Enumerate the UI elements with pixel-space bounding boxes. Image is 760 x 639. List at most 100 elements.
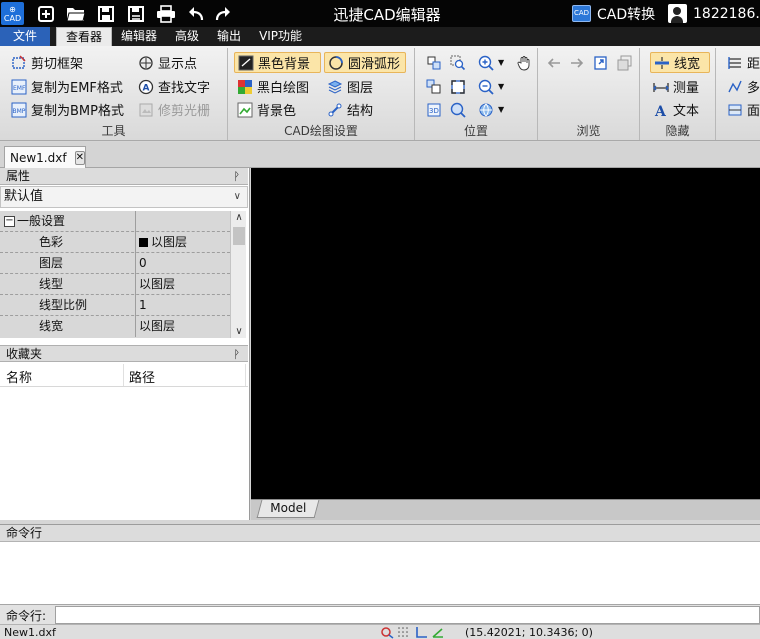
arrow-left-icon xyxy=(547,57,560,68)
distance-button[interactable]: 距 xyxy=(724,52,760,73)
property-category[interactable]: − 一般设置 xyxy=(0,211,230,232)
emf-icon: EMF xyxy=(11,79,27,94)
ribbon-group-label: 位置 xyxy=(463,124,488,138)
structure-button[interactable]: 结构 xyxy=(324,99,376,120)
grid-icon[interactable] xyxy=(397,626,411,639)
save-button[interactable] xyxy=(95,3,117,25)
tab-viewer[interactable]: 查看器 xyxy=(56,27,113,46)
status-file-name: New1.dxf xyxy=(4,626,56,639)
scrollbar-thumb[interactable] xyxy=(233,227,245,245)
zoom-in-icon xyxy=(478,55,494,71)
show-points-button[interactable]: 显示点 xyxy=(135,52,200,73)
layers-button[interactable]: 图层 xyxy=(324,76,376,97)
tab-editor[interactable]: 编辑器 xyxy=(112,27,166,46)
chevron-down-icon[interactable]: ∨ xyxy=(231,326,247,337)
favorites-title: 收藏夹 xyxy=(6,347,43,361)
rotate-3d-button[interactable]: 3D xyxy=(423,99,445,120)
multi-measure-button[interactable]: 多 xyxy=(724,76,760,97)
command-history-panel: 命令行 xyxy=(0,524,760,604)
browse-forward-button[interactable] xyxy=(566,52,588,73)
clip-frame-button[interactable]: 剪切框架 xyxy=(8,52,86,73)
svg-text:A: A xyxy=(654,104,667,118)
trim-raster-button[interactable]: 修剪光栅 xyxy=(135,99,213,120)
document-tab[interactable]: New1.dxf ✕ xyxy=(4,146,86,168)
column-name[interactable]: 名称 xyxy=(6,367,32,386)
smooth-arc-button[interactable]: 圆滑弧形 xyxy=(324,52,406,73)
command-input[interactable] xyxy=(55,606,760,624)
browse-back-button[interactable] xyxy=(543,52,565,73)
command-prompt-label: 命令行: xyxy=(6,609,47,623)
property-row-color[interactable]: 色彩 以图层 xyxy=(0,232,230,253)
black-background-button[interactable]: 黑色背景 xyxy=(234,52,321,73)
line-width-button[interactable]: 线宽 xyxy=(650,52,710,73)
browse-copy-button[interactable] xyxy=(614,52,636,73)
property-grid-scrollbar[interactable]: ∧ ∨ xyxy=(230,211,246,338)
ribbon: 剪切框架 EMF 复制为EMF格式 BMP 复制为BMP格式 显示点 A 查找文… xyxy=(0,46,760,141)
pin-icon[interactable]: ᚹ xyxy=(233,168,240,185)
globe-icon xyxy=(479,103,493,116)
close-icon[interactable]: ✕ xyxy=(74,150,85,165)
property-row-linetype-scale[interactable]: 线型比例 1 xyxy=(0,295,230,316)
tab-vip[interactable]: VIP功能 xyxy=(250,27,311,46)
previous-view-button[interactable] xyxy=(423,76,445,97)
svg-text:BMP: BMP xyxy=(13,108,26,115)
tab-output[interactable]: 输出 xyxy=(208,27,250,46)
save-as-button[interactable] xyxy=(125,3,147,25)
zoom-in-button[interactable]: ▼ xyxy=(475,52,507,73)
open-file-button[interactable] xyxy=(65,3,87,25)
collapse-icon[interactable]: − xyxy=(4,216,15,227)
column-path[interactable]: 路径 xyxy=(129,367,155,386)
polar-tracking-icon[interactable] xyxy=(431,626,445,639)
layers-icon xyxy=(327,79,343,94)
copy-emf-button[interactable]: EMF 复制为EMF格式 xyxy=(8,76,126,97)
ribbon-group-cad-settings: 黑色背景 圆滑弧形 黑白绘图 图层 背景色 结构 CAD绘图设置 xyxy=(228,48,415,140)
zoom-window-button[interactable] xyxy=(447,52,469,73)
browse-open-button[interactable] xyxy=(590,52,612,73)
ortho-icon[interactable] xyxy=(414,626,428,639)
property-row-layer[interactable]: 图层 0 xyxy=(0,253,230,274)
snap-icon[interactable] xyxy=(380,626,394,639)
previous-view-icon xyxy=(426,79,441,93)
new-file-button[interactable] xyxy=(35,3,57,25)
ribbon-group-measure-overflow: 距 多 面 xyxy=(716,48,760,140)
property-row-linetype[interactable]: 线型 以图层 xyxy=(0,274,230,295)
chevron-down-icon: ∨ xyxy=(233,191,241,202)
redo-button[interactable] xyxy=(212,3,234,25)
polyline-measure-icon xyxy=(728,80,742,92)
pan-extents-icon xyxy=(427,56,441,69)
area-button[interactable]: 面 xyxy=(724,99,760,120)
copy-bmp-button[interactable]: BMP 复制为BMP格式 xyxy=(8,99,127,120)
pin-icon[interactable]: ᚹ xyxy=(233,346,240,363)
color-swatch xyxy=(139,238,148,247)
undo-button[interactable] xyxy=(185,3,207,25)
structure-icon xyxy=(328,103,342,116)
tab-file[interactable]: 文件 xyxy=(0,27,50,46)
view-options-button[interactable]: ▼ xyxy=(475,99,507,120)
properties-selector[interactable]: 默认值 ∨ xyxy=(0,186,248,208)
zoom-out-button[interactable]: ▼ xyxy=(475,76,507,97)
black-white-drawing-button[interactable]: 黑白绘图 xyxy=(234,76,312,97)
find-text-button[interactable]: A 查找文字 xyxy=(135,76,213,97)
left-panel: 属性 ᚹ 默认值 ∨ − 一般设置 色彩 以图层 图层 0 线型 以图层 线型比… xyxy=(0,168,250,520)
measure-button[interactable]: 测量 xyxy=(650,76,702,97)
command-line: 命令行: xyxy=(0,604,760,624)
zoom-realtime-button[interactable] xyxy=(447,99,469,120)
fit-to-window-button[interactable] xyxy=(447,76,469,97)
pan-extents-button[interactable] xyxy=(423,52,445,73)
tab-advanced[interactable]: 高级 xyxy=(166,27,208,46)
user-account[interactable]: 1822186... xyxy=(668,3,760,24)
app-logo[interactable]: ⊕ CAD xyxy=(1,2,24,25)
cad-convert-button[interactable]: CAD CAD转换 xyxy=(572,3,655,24)
property-name: 线宽 xyxy=(0,316,136,337)
chevron-up-icon[interactable]: ∧ xyxy=(231,212,247,223)
property-value: 以图层 xyxy=(139,319,176,333)
property-row-line-width[interactable]: 线宽 以图层 xyxy=(0,316,230,337)
drawing-canvas[interactable] xyxy=(251,168,760,499)
property-value: 以图层 xyxy=(139,277,176,291)
tab-model[interactable]: Model xyxy=(256,500,320,518)
save-icon xyxy=(98,6,114,22)
pan-hand-button[interactable] xyxy=(513,52,535,73)
background-color-button[interactable]: 背景色 xyxy=(234,99,299,120)
text-visibility-button[interactable]: A 文本 xyxy=(650,99,702,120)
print-button[interactable] xyxy=(155,3,177,25)
